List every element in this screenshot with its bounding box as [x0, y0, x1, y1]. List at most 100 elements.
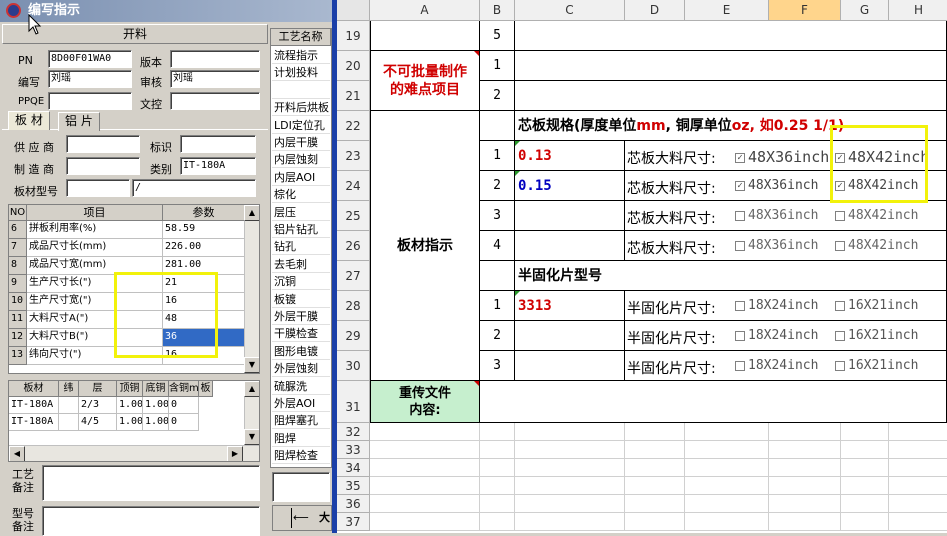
empty-cell[interactable]: [841, 459, 889, 477]
writer-field[interactable]: 刘瑶: [48, 70, 132, 88]
checkbox-icon[interactable]: [735, 300, 745, 311]
layer-grid-vscroll[interactable]: ▲ ▼: [244, 381, 259, 445]
column-header[interactable]: A: [370, 0, 480, 21]
prepreg-option-18x24[interactable]: 18X24inch: [735, 298, 818, 313]
row-header[interactable]: 23: [337, 141, 370, 171]
column-header[interactable]: E: [685, 0, 769, 21]
empty-cell[interactable]: [515, 423, 625, 441]
empty-cell[interactable]: [515, 495, 625, 513]
empty-cell[interactable]: [841, 513, 889, 531]
empty-cell[interactable]: [625, 441, 685, 459]
layer-cell[interactable]: [59, 397, 79, 414]
process-remark-field[interactable]: [42, 465, 260, 501]
model-field[interactable]: [66, 179, 130, 197]
core-thickness[interactable]: [515, 201, 625, 231]
empty-cell[interactable]: [625, 495, 685, 513]
process-item[interactable]: 硫脲洗: [272, 377, 330, 395]
empty-cell[interactable]: [625, 477, 685, 495]
empty-cell[interactable]: [480, 441, 515, 459]
supplier-field[interactable]: [66, 135, 140, 153]
process-item[interactable]: 铝片钻孔: [272, 221, 330, 238]
row-header[interactable]: 34: [337, 459, 370, 477]
core-index[interactable]: 3: [480, 201, 515, 231]
checkbox-icon[interactable]: ✓: [835, 180, 845, 191]
param-row-value[interactable]: 226.00: [163, 239, 245, 257]
row-header[interactable]: 27: [337, 261, 370, 291]
process-item[interactable]: 外层干膜: [272, 308, 330, 325]
prepreg-option-18x24[interactable]: 18X24inch: [735, 358, 818, 373]
checkbox-icon[interactable]: ✓: [735, 152, 745, 163]
process-item[interactable]: 内层蚀刻: [272, 151, 330, 169]
column-header[interactable]: F: [769, 0, 841, 21]
scroll-up-icon[interactable]: ▲: [244, 205, 259, 221]
empty-cell[interactable]: [685, 459, 769, 477]
empty-cell[interactable]: [480, 423, 515, 441]
empty-cell[interactable]: [841, 441, 889, 459]
core-index[interactable]: 4: [480, 231, 515, 261]
ppqe-field[interactable]: [48, 92, 132, 110]
empty-cell[interactable]: [889, 495, 947, 513]
checkbox-icon[interactable]: ✓: [735, 180, 745, 191]
prepreg-index[interactable]: 3: [480, 351, 515, 381]
empty-cell[interactable]: [769, 459, 841, 477]
model-field-2[interactable]: /: [132, 179, 256, 197]
row-header[interactable]: 37: [337, 513, 370, 531]
scroll-up-icon[interactable]: ▲: [244, 381, 259, 397]
layer-cell[interactable]: 1.00: [143, 397, 169, 414]
scroll-down-icon[interactable]: ▼: [244, 357, 259, 373]
layer-cell[interactable]: 4/5: [79, 414, 117, 431]
process-item[interactable]: 内层AOI: [272, 168, 330, 186]
core-option-48x42[interactable]: ✓ 48X42inch: [835, 178, 918, 193]
difficult-items-label[interactable]: 不可批量制作 的难点项目: [370, 51, 480, 111]
empty-cell[interactable]: [625, 513, 685, 531]
core-index[interactable]: 1: [480, 141, 515, 171]
column-header[interactable]: C: [515, 0, 625, 21]
core-index[interactable]: 2: [480, 171, 515, 201]
cell-b20[interactable]: 1: [480, 51, 515, 81]
row-header[interactable]: 33: [337, 441, 370, 459]
checkbox-icon[interactable]: [835, 300, 845, 311]
core-option-48x42[interactable]: ✓ 48X42inch: [835, 148, 929, 166]
empty-cell[interactable]: [889, 513, 947, 531]
core-thickness[interactable]: [515, 231, 625, 261]
cell-b19[interactable]: 5: [480, 21, 515, 51]
cell-a19[interactable]: [370, 21, 480, 51]
checkbox-icon[interactable]: [735, 360, 745, 371]
row-header[interactable]: 31: [337, 381, 370, 423]
layer-cell[interactable]: 2/3: [79, 397, 117, 414]
empty-cell[interactable]: [889, 477, 947, 495]
process-item[interactable]: 阻焊: [272, 429, 330, 447]
process-item[interactable]: 去毛刺: [272, 255, 330, 273]
prepreg-option-16x21[interactable]: 16X21inch: [835, 298, 918, 313]
layer-cell[interactable]: 0: [169, 414, 199, 431]
empty-cell[interactable]: [515, 477, 625, 495]
prepreg-option-18x24[interactable]: 18X24inch: [735, 328, 818, 343]
empty-cell[interactable]: [370, 441, 480, 459]
empty-cell[interactable]: [480, 495, 515, 513]
empty-cell[interactable]: [685, 513, 769, 531]
empty-cell[interactable]: [769, 441, 841, 459]
reupload-content[interactable]: [480, 381, 947, 423]
row-header[interactable]: 29: [337, 321, 370, 351]
scroll-down-icon[interactable]: ▼: [244, 429, 259, 445]
process-item[interactable]: 外层AOI: [272, 395, 330, 412]
core-option-48x42[interactable]: 48X42inch: [835, 208, 918, 223]
checkbox-icon[interactable]: [835, 210, 845, 221]
layer-grid-hscroll[interactable]: ◀ ▶: [9, 445, 259, 461]
row-header[interactable]: 30: [337, 351, 370, 381]
process-item[interactable]: 板镀: [272, 290, 330, 308]
prepreg-type[interactable]: [515, 351, 625, 381]
core-option-48x36[interactable]: 48X36inch: [735, 208, 818, 223]
row-header[interactable]: 35: [337, 477, 370, 495]
category-field[interactable]: IT-180A: [180, 157, 256, 175]
param-row-value[interactable]: 36: [163, 329, 245, 347]
empty-cell[interactable]: [370, 495, 480, 513]
prepreg-index[interactable]: 1: [480, 291, 515, 321]
layer-cell[interactable]: IT-180A: [9, 414, 59, 431]
column-header[interactable]: D: [625, 0, 685, 21]
param-row-value[interactable]: 58.59: [163, 221, 245, 239]
row-header[interactable]: 36: [337, 495, 370, 513]
checkbox-icon[interactable]: ✓: [835, 152, 845, 163]
checkbox-icon[interactable]: [835, 330, 845, 341]
param-row-value[interactable]: 21: [163, 275, 245, 293]
